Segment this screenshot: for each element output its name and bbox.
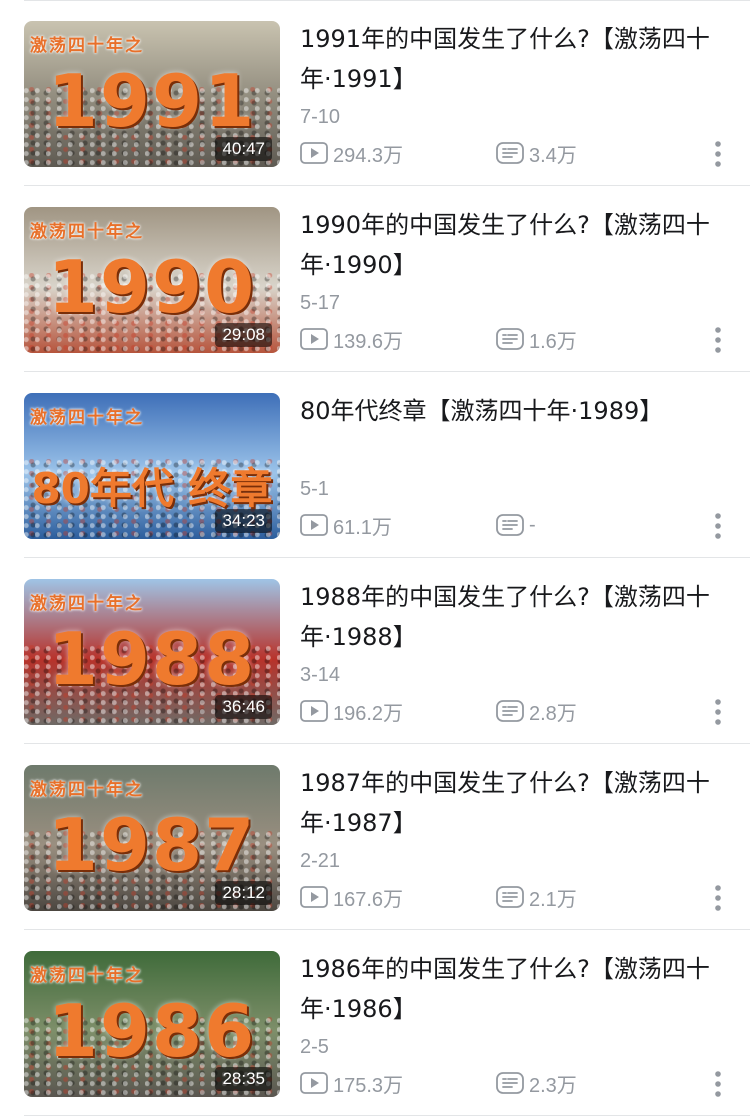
video-duration: 28:35 xyxy=(215,1067,272,1091)
danmaku-count: 2.3万 xyxy=(496,1070,577,1097)
thumbnail-series-label: 激荡四十年之 xyxy=(30,36,144,56)
thumbnail-series-label: 激荡四十年之 xyxy=(30,222,144,242)
more-options-button[interactable] xyxy=(704,325,732,355)
thumbnail-year-label: 1987 xyxy=(47,803,257,887)
view-count: 196.2万 xyxy=(300,698,404,725)
video-thumbnail[interactable]: 激荡四十年之 1991 40:47 xyxy=(24,21,280,167)
danmaku-icon xyxy=(496,885,526,909)
video-duration: 34:23 xyxy=(215,509,272,533)
thumbnail-year-label: 1991 xyxy=(47,59,257,143)
video-thumbnail[interactable]: 激荡四十年之 1988 36:46 xyxy=(24,579,280,725)
view-count: 175.3万 xyxy=(300,1070,404,1097)
more-options-button[interactable] xyxy=(704,139,732,169)
more-vertical-icon xyxy=(715,699,721,725)
video-date: 5-1 xyxy=(300,478,329,500)
danmaku-count: - xyxy=(496,512,536,538)
play-count-icon xyxy=(300,327,330,351)
video-thumbnail[interactable]: 激荡四十年之 1986 28:35 xyxy=(24,951,280,1097)
play-count-icon xyxy=(300,885,330,909)
video-date: 3-14 xyxy=(300,664,341,686)
danmaku-icon xyxy=(496,141,526,165)
video-duration: 29:08 xyxy=(215,323,272,347)
thumbnail-series-label: 激荡四十年之 xyxy=(30,408,144,428)
danmaku-icon xyxy=(496,1071,526,1095)
more-options-button[interactable] xyxy=(704,511,732,541)
video-item[interactable]: 激荡四十年之 1991 40:47 1991年的中国发生了什么?【激荡四十年·1… xyxy=(0,0,750,186)
play-count-icon xyxy=(300,699,330,723)
video-item[interactable]: 激荡四十年之 1988 36:46 1988年的中国发生了什么?【激荡四十年·1… xyxy=(0,558,750,744)
video-duration: 36:46 xyxy=(215,695,272,719)
thumbnail-year-label: 1986 xyxy=(47,989,257,1073)
view-count: 294.3万 xyxy=(300,140,404,167)
danmaku-count: 3.4万 xyxy=(496,140,577,167)
more-vertical-icon xyxy=(715,885,721,911)
view-count: 139.6万 xyxy=(300,326,404,353)
video-title[interactable]: 1987年的中国发生了什么?【激荡四十年·1987】 xyxy=(300,763,720,843)
play-count-icon xyxy=(300,141,330,165)
video-duration: 40:47 xyxy=(215,137,272,161)
view-count-value: 61.1万 xyxy=(333,516,392,539)
danmaku-count-value: - xyxy=(529,513,536,536)
video-title[interactable]: 1986年的中国发生了什么?【激荡四十年·1986】 xyxy=(300,949,720,1029)
video-title[interactable]: 1988年的中国发生了什么?【激荡四十年·1988】 xyxy=(300,577,720,657)
video-title[interactable]: 1991年的中国发生了什么?【激荡四十年·1991】 xyxy=(300,19,720,99)
view-count-value: 139.6万 xyxy=(333,330,404,353)
more-vertical-icon xyxy=(715,513,721,539)
view-count: 167.6万 xyxy=(300,884,404,911)
thumbnail-series-label: 激荡四十年之 xyxy=(30,594,144,614)
video-duration: 28:12 xyxy=(215,881,272,905)
video-title[interactable]: 1990年的中国发生了什么?【激荡四十年·1990】 xyxy=(300,205,720,285)
video-item[interactable]: 激荡四十年之 1986 28:35 1986年的中国发生了什么?【激荡四十年·1… xyxy=(0,930,750,1116)
video-thumbnail[interactable]: 激荡四十年之 1987 28:12 xyxy=(24,765,280,911)
video-item[interactable]: 激荡四十年之 1990 29:08 1990年的中国发生了什么?【激荡四十年·1… xyxy=(0,186,750,372)
danmaku-icon xyxy=(496,699,526,723)
video-item[interactable]: 激荡四十年之 80年代 终章 34:23 80年代终章【激荡四十年·1989】 … xyxy=(0,372,750,558)
video-date: 7-10 xyxy=(300,106,341,128)
view-count-value: 175.3万 xyxy=(333,1074,404,1097)
danmaku-count-value: 2.1万 xyxy=(529,888,577,911)
danmaku-count: 2.8万 xyxy=(496,698,577,725)
danmaku-count-value: 3.4万 xyxy=(529,144,577,167)
more-options-button[interactable] xyxy=(704,1069,732,1099)
view-count-value: 167.6万 xyxy=(333,888,404,911)
danmaku-icon xyxy=(496,513,526,537)
thumbnail-series-label: 激荡四十年之 xyxy=(30,780,144,800)
video-date: 5-17 xyxy=(300,292,341,314)
danmaku-count-value: 2.3万 xyxy=(529,1074,577,1097)
danmaku-icon xyxy=(496,327,526,351)
more-options-button[interactable] xyxy=(704,697,732,727)
video-thumbnail[interactable]: 激荡四十年之 1990 29:08 xyxy=(24,207,280,353)
danmaku-count-value: 1.6万 xyxy=(529,330,577,353)
danmaku-count-value: 2.8万 xyxy=(529,702,577,725)
more-vertical-icon xyxy=(715,141,721,167)
video-thumbnail[interactable]: 激荡四十年之 80年代 终章 34:23 xyxy=(24,393,280,539)
thumbnail-series-label: 激荡四十年之 xyxy=(30,966,144,986)
danmaku-count: 1.6万 xyxy=(496,326,577,353)
video-date: 2-21 xyxy=(300,850,341,872)
danmaku-count: 2.1万 xyxy=(496,884,577,911)
view-count: 61.1万 xyxy=(300,512,392,539)
view-count-value: 294.3万 xyxy=(333,144,404,167)
video-title[interactable]: 80年代终章【激荡四十年·1989】 xyxy=(300,391,720,431)
video-date: 2-5 xyxy=(300,1036,329,1058)
view-count-value: 196.2万 xyxy=(333,702,404,725)
play-count-icon xyxy=(300,1071,330,1095)
play-count-icon xyxy=(300,513,330,537)
video-item[interactable]: 激荡四十年之 1987 28:12 1987年的中国发生了什么?【激荡四十年·1… xyxy=(0,744,750,930)
more-options-button[interactable] xyxy=(704,883,732,913)
more-vertical-icon xyxy=(715,1071,721,1097)
more-vertical-icon xyxy=(715,327,721,353)
thumbnail-year-label: 1990 xyxy=(47,245,257,329)
thumbnail-year-label: 1988 xyxy=(47,617,257,701)
